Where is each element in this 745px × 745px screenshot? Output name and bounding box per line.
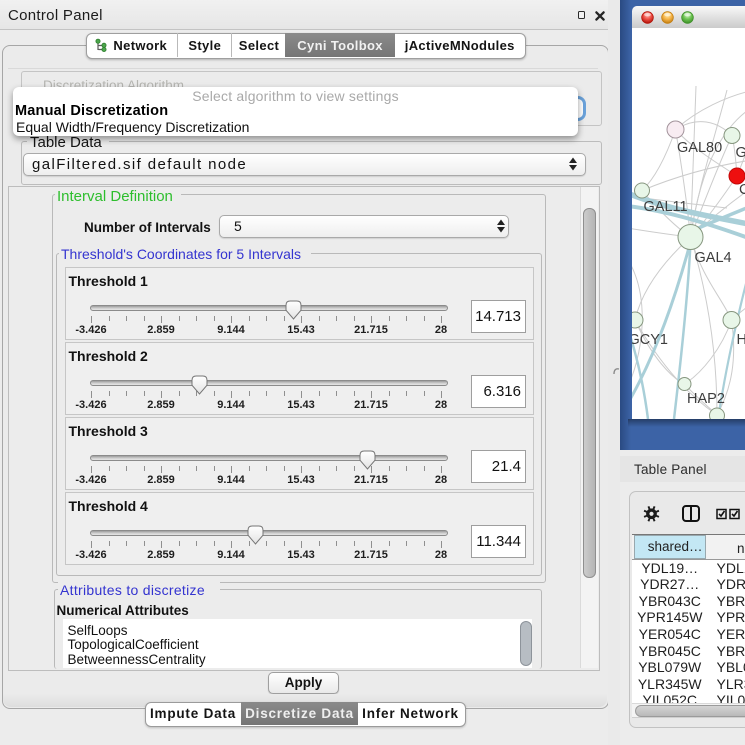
svg-text:HAP2: HAP2	[687, 391, 725, 407]
svg-text:GAL4: GAL4	[694, 250, 731, 266]
svg-text:GAL11: GAL11	[643, 199, 687, 215]
svg-text:GCY1: GCY1	[632, 332, 668, 348]
svg-text:C: C	[739, 182, 745, 198]
svg-text:H: H	[736, 332, 745, 348]
svg-text:GA: GA	[735, 145, 745, 161]
svg-text:GAL80: GAL80	[677, 140, 722, 156]
